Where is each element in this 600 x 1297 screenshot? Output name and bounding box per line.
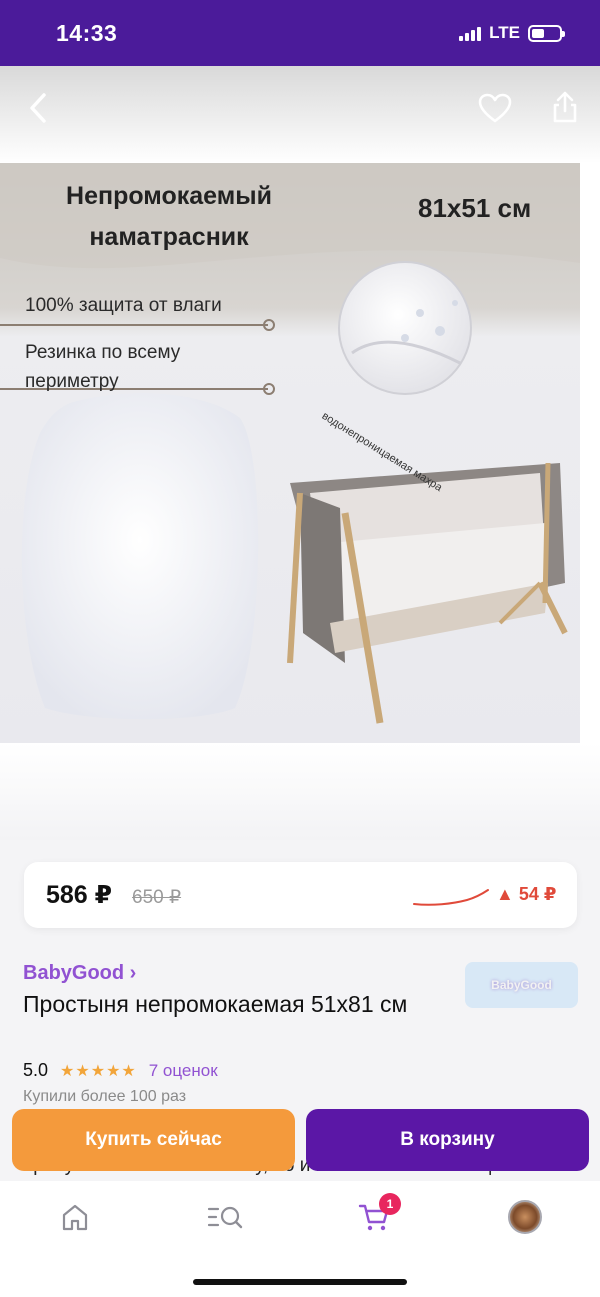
reviews-link[interactable]: 7 оценок <box>149 1061 218 1081</box>
back-button[interactable] <box>18 86 58 130</box>
add-to-cart-button[interactable]: В корзину <box>306 1109 589 1171</box>
star-rating-icon: ★★★★★ <box>60 1062 137 1080</box>
price-trend-icon <box>413 889 489 906</box>
image-size: 81х51 см <box>418 193 532 223</box>
brand-logo[interactable]: BabyGood <box>465 962 578 1008</box>
nav-home[interactable] <box>50 1197 100 1237</box>
price-change: ▲ 54 ₽ <box>496 884 557 904</box>
nav-catalog[interactable] <box>200 1197 250 1237</box>
buy-now-button[interactable]: Купить сейчас <box>12 1109 295 1171</box>
rating-row: 5.0 ★★★★★ 7 оценок <box>23 1060 218 1081</box>
image-title: Непромокаемый наматрасник <box>66 182 272 251</box>
image-feature-elastic: Резинка по всему периметру <box>25 342 181 392</box>
status-icons: LTE <box>459 23 565 43</box>
home-indicator <box>193 1279 407 1285</box>
nav-profile[interactable] <box>500 1197 550 1237</box>
favorite-button[interactable] <box>474 86 516 130</box>
image-gallery-gap <box>0 743 600 840</box>
purchase-count: Купили более 100 раз <box>23 1088 187 1105</box>
chevron-left-icon <box>30 93 46 123</box>
cart-count-badge: 1 <box>379 1193 401 1215</box>
share-icon <box>553 91 577 123</box>
catalog-search-icon <box>207 1206 243 1229</box>
price-card[interactable]: 586 ₽ 650 ₽ ▲ 54 ₽ <box>24 862 577 928</box>
brand-link[interactable]: BabyGood › <box>23 962 136 985</box>
home-icon <box>62 1204 88 1231</box>
profile-avatar <box>508 1200 542 1234</box>
battery-icon <box>528 24 565 42</box>
image-feature-waterproof: 100% защита от влаги <box>25 295 222 316</box>
rating-value: 5.0 <box>23 1060 49 1080</box>
share-button[interactable] <box>544 84 586 130</box>
status-bar: 14:33 LTE <box>0 0 600 66</box>
old-price: 650 ₽ <box>132 887 182 908</box>
product-title: Простыня непромокаемая 51х81 см <box>23 991 408 1017</box>
heart-icon <box>478 93 512 123</box>
current-price: 586 ₽ <box>46 881 113 909</box>
signal-icon <box>459 25 482 41</box>
nav-cart[interactable]: 1 <box>349 1193 401 1237</box>
status-time: 14:33 <box>56 20 118 46</box>
network-label: LTE <box>489 23 520 42</box>
